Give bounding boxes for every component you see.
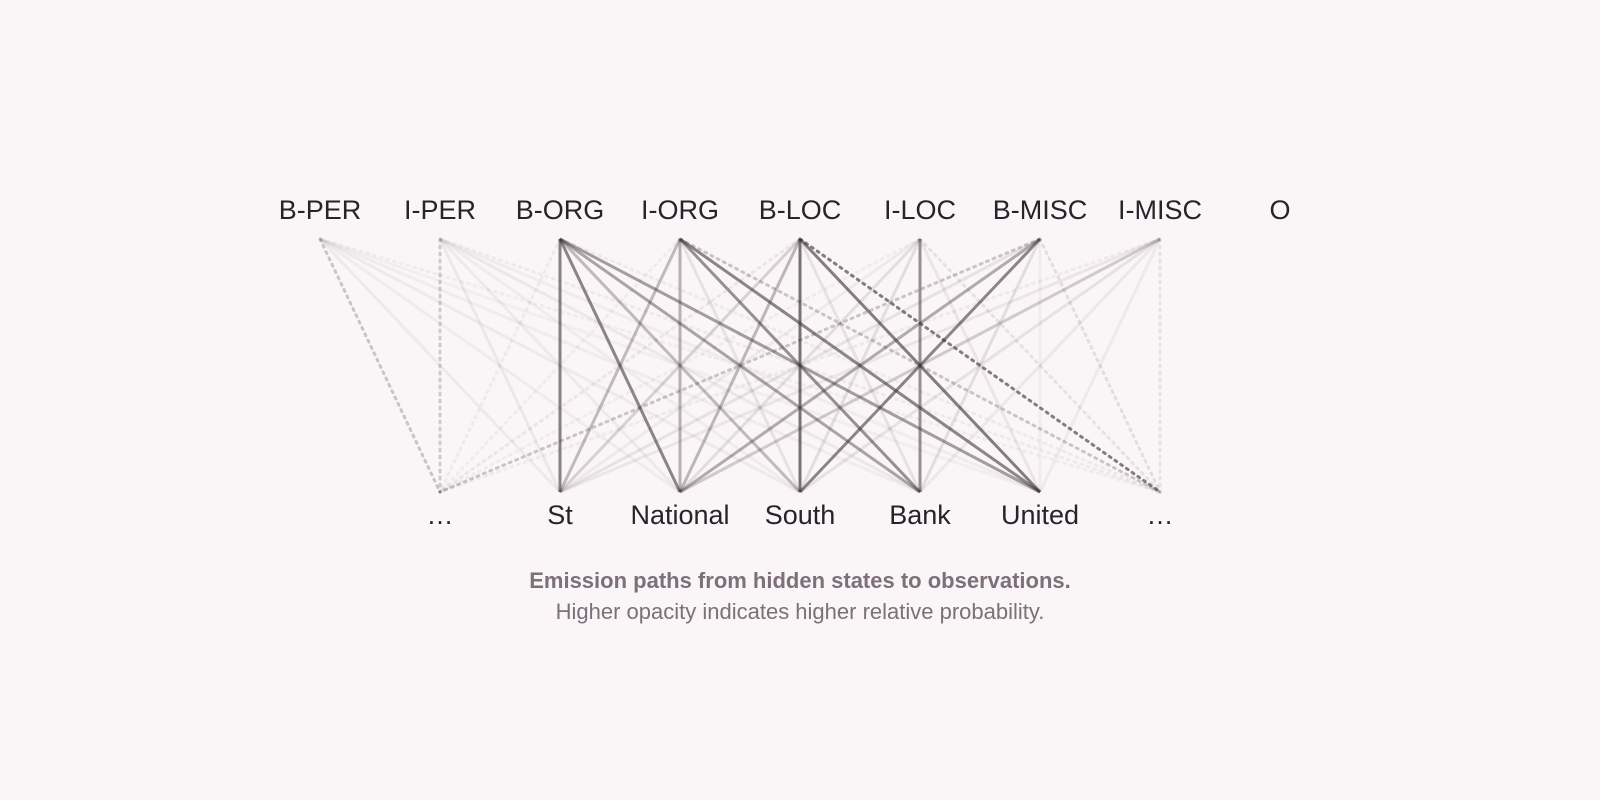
state-label-b-misc: B-MISC bbox=[992, 195, 1088, 225]
state-label-i-loc: I-LOC bbox=[883, 195, 957, 225]
emission-graph bbox=[318, 237, 1162, 494]
observation-label-0: … bbox=[426, 500, 454, 530]
observation-label-5: United bbox=[1000, 500, 1080, 530]
emission-edge-b-per-to-obs-0 bbox=[318, 237, 442, 494]
state-label-o: O bbox=[1269, 195, 1291, 225]
observation-label-4: Bank bbox=[889, 500, 951, 530]
state-label-b-org: B-ORG bbox=[515, 195, 605, 225]
state-label-i-misc: I-MISC bbox=[1118, 195, 1202, 225]
state-label-b-per: B-PER bbox=[278, 195, 362, 225]
state-label-b-loc: B-LOC bbox=[758, 195, 842, 225]
observation-label-2: National bbox=[630, 500, 730, 530]
caption-subtitle: Higher opacity indicates higher relative… bbox=[555, 599, 1045, 624]
observation-label-1: St bbox=[547, 500, 573, 530]
caption-title: Emission paths from hidden states to obs… bbox=[529, 568, 1071, 593]
state-label-i-per: I-PER bbox=[403, 195, 477, 225]
state-label-i-org: I-ORG bbox=[641, 195, 719, 225]
observation-label-6: … bbox=[1146, 500, 1174, 530]
observation-label-3: South bbox=[764, 500, 836, 530]
